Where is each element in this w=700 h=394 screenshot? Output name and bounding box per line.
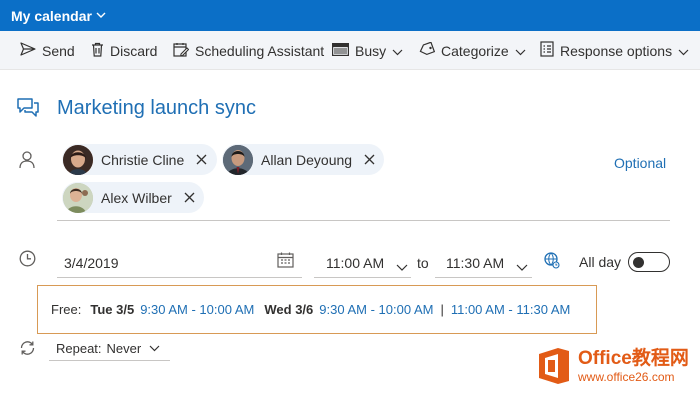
free-slot-link[interactable]: 9:30 AM - 10:00 AM xyxy=(319,302,433,317)
attendee-name: Christie Cline xyxy=(101,151,185,168)
attendee-name: Alex Wilber xyxy=(101,189,172,206)
end-time-dropdown[interactable]: 11:30 AM xyxy=(446,255,504,271)
tag-icon xyxy=(419,41,436,59)
attendee-chip[interactable]: Christie Cline xyxy=(62,144,217,175)
chevron-down-icon xyxy=(149,345,160,352)
clock-icon xyxy=(19,250,36,272)
calendar-edit-icon xyxy=(173,42,190,60)
date-underline xyxy=(57,277,302,278)
toggle-knob xyxy=(633,256,644,268)
office-logo-icon xyxy=(536,346,572,386)
chat-icon xyxy=(17,98,39,124)
optional-attendees-link[interactable]: Optional xyxy=(614,155,666,171)
repeat-icon xyxy=(19,340,36,361)
chevron-down-icon[interactable] xyxy=(396,258,408,276)
attendee-chip[interactable]: Alex Wilber xyxy=(62,182,204,213)
all-day-toggle[interactable] xyxy=(628,252,670,272)
start-time-dropdown[interactable]: 11:00 AM xyxy=(326,255,384,271)
free-day: Wed 3/6 xyxy=(264,302,314,317)
response-options-dropdown[interactable]: Response options xyxy=(540,31,689,70)
repeat-dropdown[interactable]: Repeat: Never xyxy=(49,336,170,361)
add-attendee-input[interactable] xyxy=(210,190,290,210)
person-icon xyxy=(19,151,35,174)
send-button[interactable]: Send xyxy=(20,31,75,70)
response-options-label: Response options xyxy=(560,42,673,59)
free-slot-link[interactable]: 11:00 AM - 11:30 AM xyxy=(451,302,570,317)
avatar xyxy=(63,182,93,213)
chevron-down-icon[interactable] xyxy=(96,12,106,19)
categorize-label: Categorize xyxy=(441,42,509,59)
chevron-down-icon xyxy=(678,43,689,59)
all-day-label: All day xyxy=(579,254,622,270)
discard-label: Discard xyxy=(110,42,158,59)
attendees-divider xyxy=(57,220,670,221)
free-slot-link[interactable]: 9:30 AM - 10:00 AM xyxy=(140,302,254,317)
slot-separator: | xyxy=(440,302,444,317)
start-time-underline xyxy=(314,277,411,278)
remove-attendee-icon[interactable] xyxy=(184,192,195,203)
trash-icon xyxy=(91,42,104,60)
calendar-icon[interactable] xyxy=(277,252,294,273)
free-time-suggestions: Free: Tue 3/5 9:30 AM - 10:00 AM Wed 3/6… xyxy=(37,285,597,334)
scheduling-assistant-button[interactable]: Scheduling Assistant xyxy=(173,31,324,70)
categorize-dropdown[interactable]: Categorize xyxy=(419,31,526,70)
free-label: Free: xyxy=(51,302,82,317)
calendar-selector[interactable]: My calendar xyxy=(11,8,92,24)
chevron-down-icon[interactable] xyxy=(516,258,528,276)
avatar xyxy=(223,144,253,175)
remove-attendee-icon[interactable] xyxy=(196,154,207,165)
send-label: Send xyxy=(42,42,75,59)
watermark-brand: Office教程网 xyxy=(578,348,689,369)
attendee-name: Allan Deyoung xyxy=(261,151,353,168)
busy-dropdown[interactable]: Busy xyxy=(332,31,403,70)
response-options-icon xyxy=(540,41,554,60)
time-zone-icon[interactable] xyxy=(544,252,560,274)
start-date-field[interactable]: 3/4/2019 xyxy=(64,255,119,271)
chevron-down-icon xyxy=(392,43,403,59)
event-title-input[interactable]: Marketing launch sync xyxy=(57,97,256,120)
busy-label: Busy xyxy=(355,42,387,59)
end-time-underline xyxy=(435,277,532,278)
command-bar: Send Discard Scheduling Assistant Busy C… xyxy=(0,31,700,70)
remove-attendee-icon[interactable] xyxy=(364,154,375,165)
watermark: Office教程网 www.office26.com xyxy=(536,340,694,392)
attendee-chip[interactable]: Allan Deyoung xyxy=(222,144,384,175)
free-day: Tue 3/5 xyxy=(90,302,135,317)
top-bar: My calendar xyxy=(0,0,700,31)
send-icon xyxy=(20,42,36,59)
watermark-url: www.office26.com xyxy=(578,370,675,384)
avatar xyxy=(63,144,93,175)
repeat-label: Repeat: xyxy=(56,340,102,356)
discard-button[interactable]: Discard xyxy=(91,31,157,70)
chevron-down-icon xyxy=(515,43,526,59)
repeat-value: Never xyxy=(106,340,142,356)
scheduling-assistant-label: Scheduling Assistant xyxy=(195,42,325,59)
to-label: to xyxy=(417,255,429,271)
busy-status-icon xyxy=(332,42,350,59)
